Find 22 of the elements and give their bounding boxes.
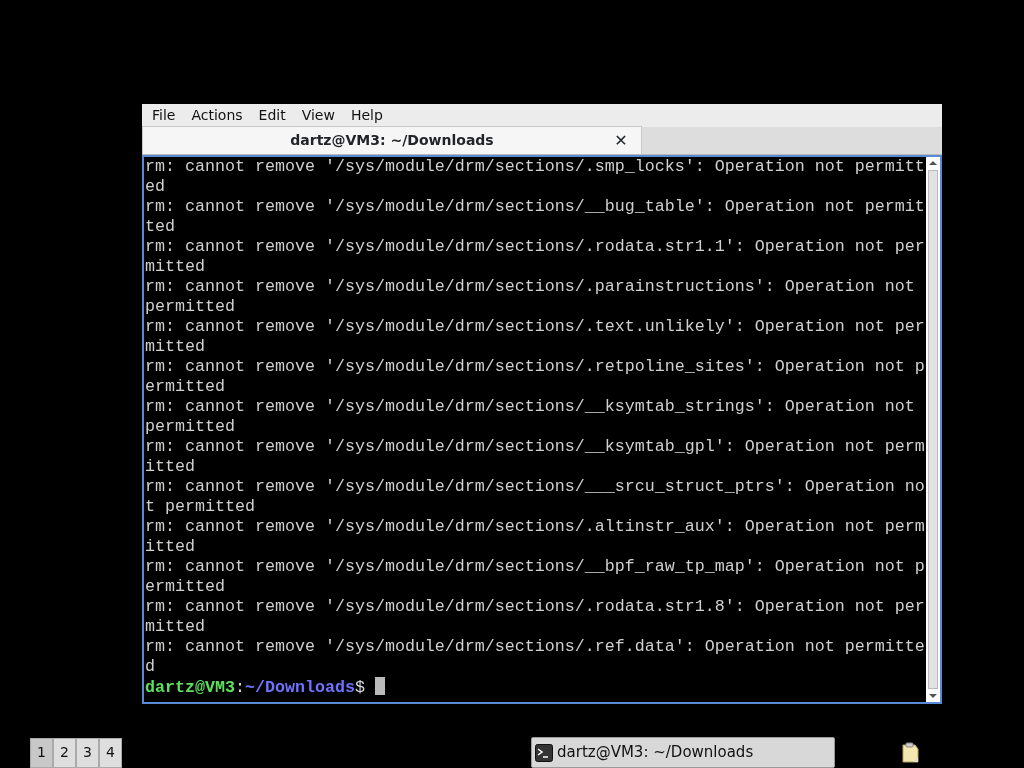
prompt-separator: : <box>234 678 245 697</box>
menu-item[interactable]: Edit <box>250 105 294 126</box>
menu-item[interactable]: Actions <box>183 105 251 126</box>
menu-item[interactable]: Help <box>342 105 391 126</box>
scrollbar[interactable] <box>926 157 940 702</box>
menu-item[interactable]: View <box>293 105 343 126</box>
workspace-button[interactable]: 4 <box>99 737 122 768</box>
clipboard-icon[interactable] <box>899 741 921 764</box>
text-cursor <box>374 677 385 695</box>
prompt-symbol: $ <box>354 678 365 697</box>
workspace-button[interactable]: 1 <box>30 737 53 768</box>
menu-item[interactable]: File <box>144 105 184 126</box>
prompt-user: dartz@VM3 <box>145 678 235 697</box>
scrollbar-thumb[interactable] <box>928 170 938 689</box>
prompt-path: ~/Downloads <box>244 678 355 697</box>
workspace-button[interactable]: 2 <box>53 737 76 768</box>
workspace-button[interactable]: 3 <box>76 737 99 768</box>
terminal-icon <box>535 743 553 762</box>
close-icon[interactable]: ✕ <box>601 128 641 153</box>
tab[interactable]: dartz@VM3: ~/Downloads ✕ <box>142 126 642 154</box>
output-line: rm: cannot remove '/sys/module/drm/sections/.ref.data': Operation not permitted <box>145 637 925 677</box>
taskbar-button[interactable]: dartz@VM3: ~/Downloads <box>531 737 835 768</box>
